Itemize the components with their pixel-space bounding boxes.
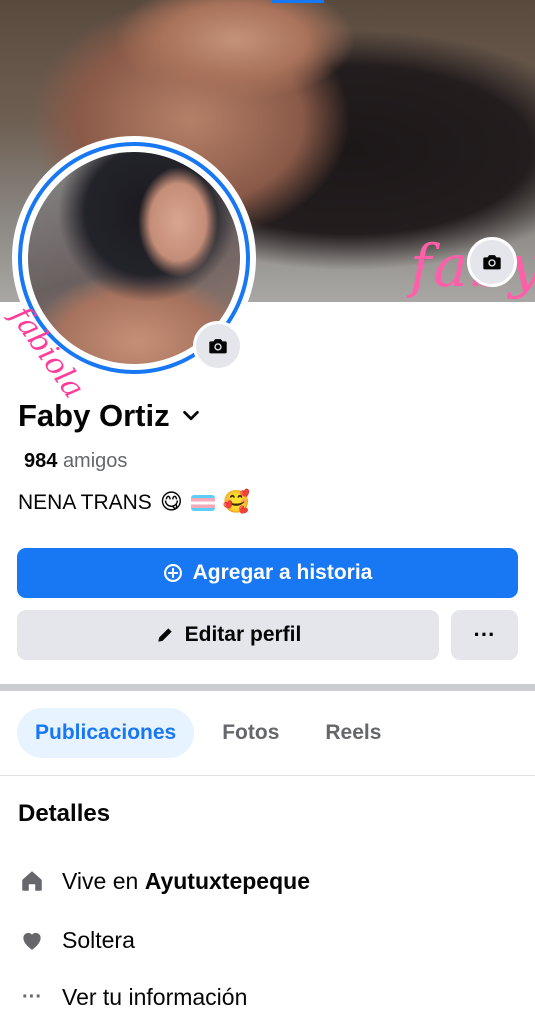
- tab-fotos[interactable]: Fotos: [204, 708, 297, 758]
- relationship-status: Soltera: [62, 926, 135, 953]
- profile-name-row[interactable]: Faby Ortiz: [18, 398, 202, 434]
- more-dots-icon: ···: [473, 622, 496, 647]
- tabs-divider: [0, 775, 535, 776]
- plus-circle-icon: [163, 564, 182, 582]
- pencil-icon: [157, 628, 172, 642]
- see-info-label: Ver tu información: [62, 983, 248, 1010]
- profile-tabs: Publicaciones Fotos Reels: [17, 708, 399, 758]
- friends-count[interactable]: 984 amigos: [24, 450, 127, 473]
- tab-reels[interactable]: Reels: [307, 708, 399, 758]
- lives-prefix: Vive en: [62, 867, 139, 894]
- trans-flag-icon: [190, 494, 215, 511]
- more-options-button[interactable]: ···: [451, 610, 518, 660]
- more-dots-icon: ···: [22, 985, 42, 1008]
- heart-icon: [18, 926, 46, 954]
- profile-bio: NENA TRANS 😋 🥰: [18, 490, 250, 515]
- avatar-camera-button[interactable]: [193, 321, 243, 371]
- profile-name: Faby Ortiz: [18, 398, 170, 433]
- lives-place: Ayutuxtepeque: [144, 867, 310, 894]
- edit-profile-button[interactable]: Editar perfil: [17, 610, 439, 660]
- edit-profile-label: Editar perfil: [184, 623, 302, 646]
- detail-lives-in: Vive en Ayutuxtepeque: [18, 867, 310, 895]
- camera-icon: [483, 255, 501, 270]
- chevron-down-icon[interactable]: [180, 405, 202, 427]
- details-title: Detalles: [18, 800, 111, 827]
- bio-emoji-hearts: 🥰: [222, 490, 251, 515]
- bio-text: NENA TRANS: [18, 490, 152, 514]
- friends-label: amigos: [62, 450, 128, 472]
- add-story-button[interactable]: Agregar a historia: [17, 548, 518, 598]
- detail-relationship: Soltera: [18, 926, 135, 954]
- detail-see-info[interactable]: ··· Ver tu información: [18, 983, 247, 1011]
- tab-publicaciones[interactable]: Publicaciones: [17, 708, 195, 758]
- cover-camera-button[interactable]: [467, 237, 517, 287]
- add-story-label: Agregar a historia: [192, 561, 373, 584]
- loading-indicator: [272, 0, 324, 3]
- bio-emoji-yum: 😋: [159, 490, 183, 515]
- home-icon: [18, 867, 46, 895]
- camera-icon: [209, 339, 227, 354]
- section-divider: [0, 684, 535, 691]
- friends-number: 984: [24, 450, 58, 472]
